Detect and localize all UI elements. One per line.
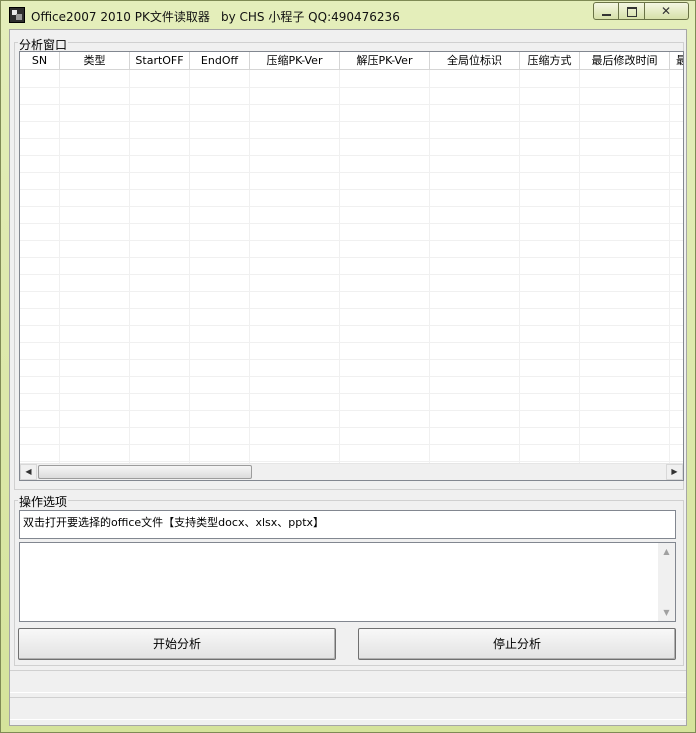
status-bar-2	[10, 697, 686, 720]
column-header-compress-ver[interactable]: 压缩PK-Ver	[250, 52, 340, 70]
list-body[interactable]	[20, 70, 683, 463]
scroll-down-icon[interactable]: ▼	[658, 604, 675, 621]
grid-column-line	[669, 70, 670, 463]
list-header: SN 类型 StartOFF EndOff 压缩PK-Ver 解压PK-Ver …	[20, 52, 683, 70]
column-header-truncated[interactable]: 最	[670, 52, 683, 70]
grid-row-line	[20, 308, 683, 309]
column-header-modified-time[interactable]: 最后修改时间	[580, 52, 670, 70]
grid-column-line	[429, 70, 430, 463]
column-header-compress-method[interactable]: 压缩方式	[520, 52, 580, 70]
grid-column-line	[519, 70, 520, 463]
grid-row-line	[20, 87, 683, 88]
grid-row-line	[20, 240, 683, 241]
grid-row-line	[20, 291, 683, 292]
grid-row-line	[20, 189, 683, 190]
grid-row-line	[20, 172, 683, 173]
scroll-thumb[interactable]	[38, 465, 252, 479]
grid-row-line	[20, 376, 683, 377]
column-header-endoff[interactable]: EndOff	[190, 52, 250, 70]
grid-row-line	[20, 155, 683, 156]
grid-row-line	[20, 121, 683, 122]
grid-row-line	[20, 138, 683, 139]
grid-column-line	[249, 70, 250, 463]
grid-column-line	[339, 70, 340, 463]
grid-row-line	[20, 427, 683, 428]
grid-column-line	[189, 70, 190, 463]
analysis-list[interactable]: SN 类型 StartOFF EndOff 压缩PK-Ver 解压PK-Ver …	[19, 51, 684, 481]
window-title: Office2007 2010 PK文件读取器	[31, 10, 210, 24]
grid-row-line	[20, 257, 683, 258]
author-credit: by CHS 小程子 QQ:490476236	[221, 10, 400, 24]
grid-column-line	[59, 70, 60, 463]
client-area: 分析窗口 SN 类型 StartOFF EndOff 压缩PK-Ver 解压PK…	[9, 29, 687, 726]
scroll-up-icon[interactable]: ▲	[658, 543, 675, 560]
log-textarea[interactable]: ▲ ▼	[19, 542, 676, 622]
grid-row-line	[20, 461, 683, 462]
stop-analysis-button[interactable]: 停止分析	[358, 628, 676, 660]
minimize-button[interactable]	[593, 2, 619, 20]
grid-row-line	[20, 410, 683, 411]
column-header-decompress-ver[interactable]: 解压PK-Ver	[340, 52, 430, 70]
status-bar-1	[10, 670, 686, 693]
column-header-startoff[interactable]: StartOFF	[130, 52, 190, 70]
grid-row-line	[20, 393, 683, 394]
column-header-type[interactable]: 类型	[60, 52, 130, 70]
grid-row-line	[20, 274, 683, 275]
grid-row-line	[20, 104, 683, 105]
scroll-right-icon[interactable]: ▶	[666, 464, 683, 480]
close-button[interactable]	[645, 2, 689, 20]
grid-row-line	[20, 206, 683, 207]
grid-column-line	[129, 70, 130, 463]
caption-buttons	[593, 2, 689, 20]
grid-row-line	[20, 444, 683, 445]
column-header-global-flag[interactable]: 全局位标识	[430, 52, 520, 70]
start-analysis-button[interactable]: 开始分析	[18, 628, 336, 660]
grid-row-line	[20, 223, 683, 224]
vertical-scrollbar[interactable]: ▲ ▼	[658, 543, 675, 621]
options-group-label: 操作选项	[18, 493, 69, 510]
grid-row-line	[20, 342, 683, 343]
grid-column-line	[579, 70, 580, 463]
column-header-sn[interactable]: SN	[20, 52, 60, 70]
grid-row-line	[20, 359, 683, 360]
horizontal-scrollbar[interactable]: ◀ ▶	[20, 463, 683, 480]
grid-row-line	[20, 325, 683, 326]
scroll-left-icon[interactable]: ◀	[20, 464, 37, 480]
main-window: Office2007 2010 PK文件读取器 by CHS 小程子 QQ:49…	[0, 0, 696, 733]
maximize-button[interactable]	[619, 2, 645, 20]
file-hint-field[interactable]: 双击打开要选择的office文件【支持类型docx、xlsx、pptx】	[19, 510, 676, 539]
title-bar[interactable]: Office2007 2010 PK文件读取器 by CHS 小程子 QQ:49…	[1, 1, 695, 29]
app-icon[interactable]	[9, 7, 25, 23]
